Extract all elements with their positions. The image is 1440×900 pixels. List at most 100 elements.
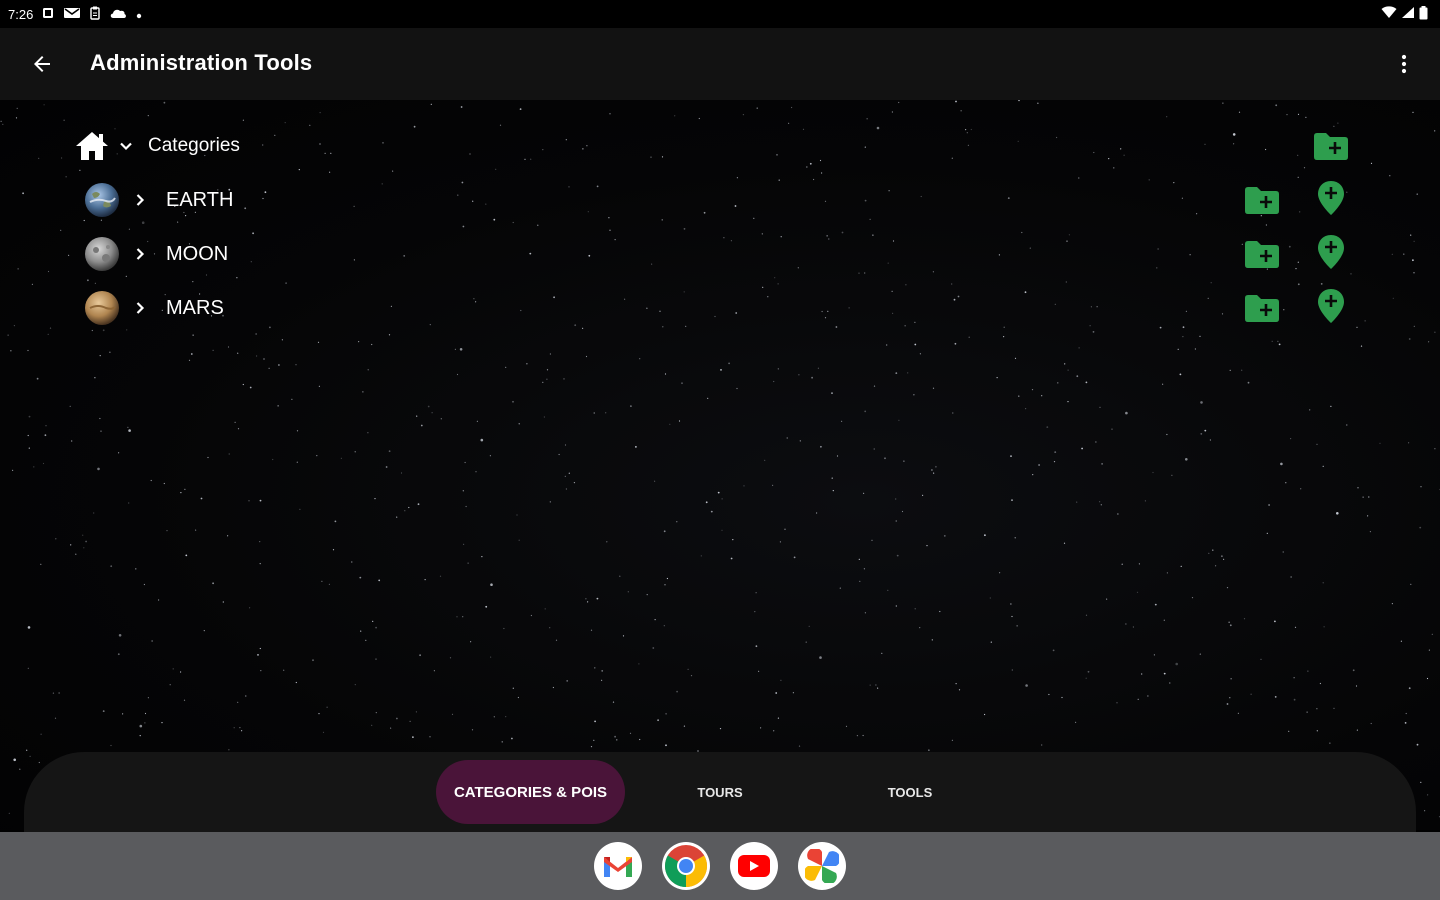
add-location-icon xyxy=(1318,181,1344,215)
star xyxy=(351,561,353,563)
star xyxy=(139,735,141,737)
star xyxy=(1093,151,1095,154)
star xyxy=(898,419,900,421)
status-bar: 7:26 xyxy=(0,0,1440,28)
add-poi-mars-button[interactable] xyxy=(1311,286,1351,326)
star xyxy=(1364,320,1366,322)
star xyxy=(1297,113,1300,115)
star xyxy=(1021,231,1023,234)
star xyxy=(674,115,676,117)
youtube-app-icon[interactable] xyxy=(730,842,778,890)
star xyxy=(1333,707,1335,710)
star xyxy=(228,453,230,455)
add-category-moon-button[interactable] xyxy=(1242,234,1282,274)
star xyxy=(622,635,625,637)
star xyxy=(83,547,85,549)
star xyxy=(135,568,137,570)
star xyxy=(1067,369,1069,371)
star xyxy=(429,324,431,326)
add-category-earth-button[interactable] xyxy=(1242,180,1282,220)
star xyxy=(490,583,493,586)
star xyxy=(805,641,807,643)
star xyxy=(698,117,700,120)
star xyxy=(1014,357,1017,359)
star xyxy=(858,558,860,560)
star xyxy=(593,739,595,741)
star xyxy=(904,325,906,327)
star xyxy=(1268,504,1270,506)
star xyxy=(1185,458,1188,461)
gmail-app-icon[interactable] xyxy=(594,842,642,890)
star xyxy=(329,171,331,173)
star xyxy=(1014,537,1016,539)
star xyxy=(1360,345,1363,347)
tab-categories-pois[interactable]: CATEGORIES & POIS xyxy=(436,760,625,824)
star xyxy=(469,153,471,155)
add-category-root-button[interactable] xyxy=(1311,126,1351,166)
star xyxy=(614,735,616,738)
star xyxy=(841,231,844,234)
tree-item-earth[interactable]: EARTH xyxy=(84,180,233,220)
star xyxy=(1085,614,1088,616)
photos-app-icon[interactable] xyxy=(798,842,846,890)
star xyxy=(817,367,820,369)
add-poi-earth-button[interactable] xyxy=(1311,178,1351,218)
add-location-icon xyxy=(1318,235,1344,269)
tab-tours[interactable]: TOURS xyxy=(664,760,776,824)
star xyxy=(1076,375,1079,378)
star xyxy=(262,144,264,146)
star xyxy=(1368,496,1370,498)
star xyxy=(895,372,898,374)
star xyxy=(1011,499,1013,501)
back-button[interactable] xyxy=(22,44,62,84)
star xyxy=(1420,781,1422,784)
star xyxy=(1391,253,1393,255)
star xyxy=(663,625,665,627)
star xyxy=(1260,658,1262,661)
star xyxy=(285,282,287,284)
star xyxy=(951,283,953,285)
star xyxy=(1278,343,1281,346)
star xyxy=(1306,711,1308,713)
star xyxy=(1031,389,1034,391)
star xyxy=(552,686,555,689)
star xyxy=(735,312,738,314)
star xyxy=(353,205,355,207)
tree-item-moon[interactable]: MOON xyxy=(84,234,228,274)
star xyxy=(485,605,488,608)
star xyxy=(1123,154,1125,156)
add-category-mars-button[interactable] xyxy=(1242,288,1282,328)
star xyxy=(1181,197,1183,199)
star xyxy=(17,268,19,270)
star xyxy=(566,680,569,682)
starfield-content: Categories EARTH MOON MARS xyxy=(0,100,1440,830)
tree-item-mars[interactable]: MARS xyxy=(84,288,224,328)
star xyxy=(60,229,62,231)
star xyxy=(720,369,722,371)
star xyxy=(594,667,596,669)
star xyxy=(465,505,467,508)
star xyxy=(798,745,801,747)
star xyxy=(1046,426,1049,428)
star xyxy=(869,684,871,686)
star xyxy=(463,543,465,545)
add-poi-moon-button[interactable] xyxy=(1311,232,1351,272)
top-app-bar: Administration Tools xyxy=(0,28,1440,100)
star xyxy=(1322,465,1324,467)
star xyxy=(1221,313,1224,315)
star xyxy=(1309,409,1311,411)
star xyxy=(420,424,423,427)
star xyxy=(895,605,897,607)
star xyxy=(1266,532,1268,534)
tree-root-categories[interactable]: Categories xyxy=(74,126,240,166)
tab-tools[interactable]: TOOLS xyxy=(854,760,966,824)
overflow-menu-button[interactable] xyxy=(1386,46,1422,82)
star xyxy=(955,100,957,103)
star xyxy=(1078,177,1080,179)
star xyxy=(827,310,829,312)
star xyxy=(158,599,160,601)
chrome-app-icon[interactable] xyxy=(662,842,710,890)
star xyxy=(563,378,565,380)
star xyxy=(277,405,279,407)
star xyxy=(252,232,255,235)
